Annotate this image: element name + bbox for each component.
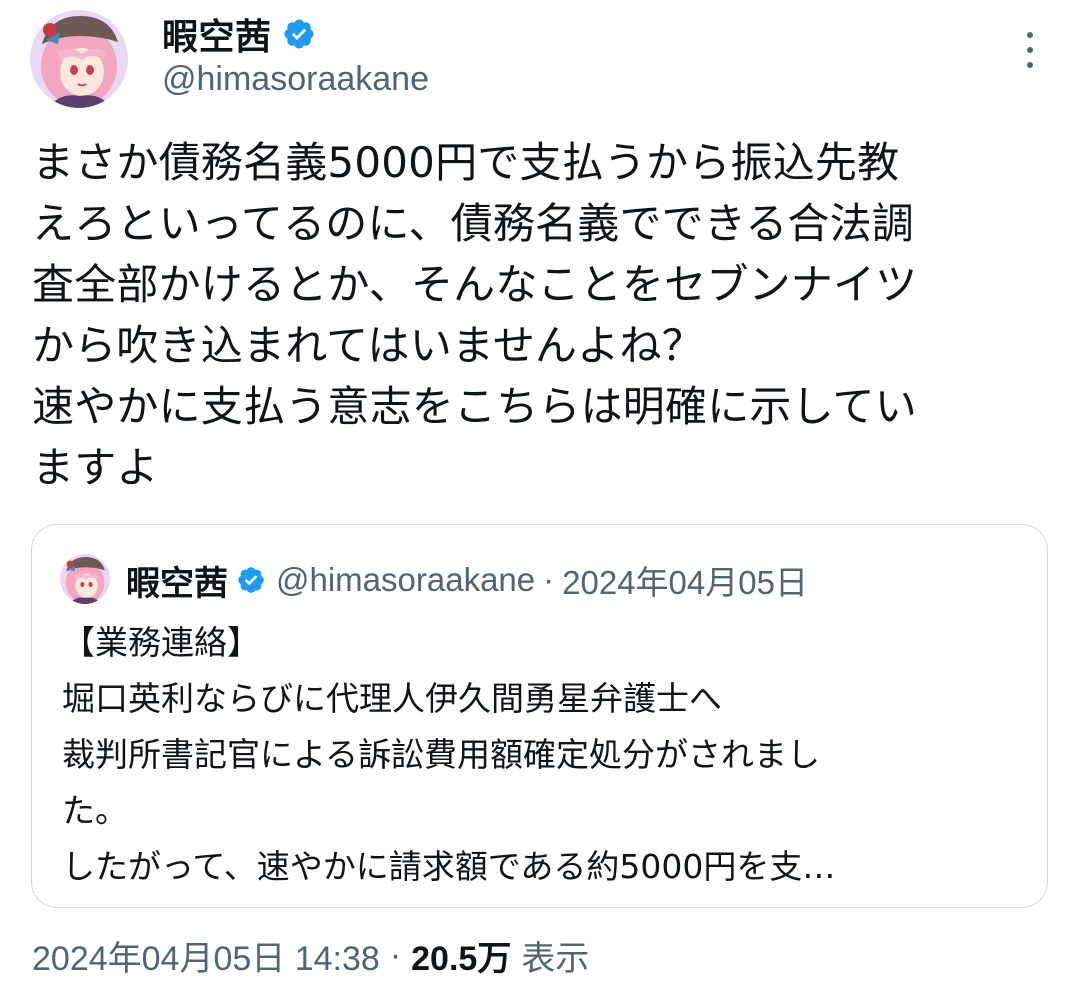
quoted-tweet-text: 【業務連絡】 堀口英利ならびに代理人伊久間勇星弁護士へ 裁判所書記官による訴訟費… [62,615,1022,895]
tweet-text-line: まさか債務名義5000円で支払うから振込先教 [32,138,900,187]
tweet-text-line: 速やかに支払う意志をこちらは明確に示してい [32,382,917,431]
more-options-button[interactable] [1018,28,1042,72]
quoted-text-line: したがって、速やかに請求額である約5000円を支… [62,847,836,886]
anime-avatar-icon [60,554,110,604]
quoted-author-handle: @himasoraakane [276,561,536,598]
views-label[interactable]: 表示 [521,931,589,980]
views-count[interactable]: 20.5万 [411,931,511,980]
tweet-text: まさか債務名義5000円で支払うから振込先教 えろといってるのに、債務名義ででき… [32,132,1062,498]
more-options-icon [1027,32,1033,38]
quoted-author-display-name: 暇空茜 [126,563,228,604]
quoted-tweet-card[interactable]: 暇空茜 @himasoraakane · 2024年04月05日 【業務連絡】 … [31,524,1048,908]
verified-badge-icon [282,17,316,51]
tweet-meta: 2024年04月05日 14:38 · 20.5万 表示 [32,926,589,984]
tweet-text-line: ますよ [32,443,159,492]
quoted-text-line: 【業務連絡】 [62,623,260,662]
verified-badge-icon [236,565,266,595]
author-name-row[interactable]: 暇空茜 [162,8,316,60]
quoted-text-line: 堀口英利ならびに代理人伊久間勇星弁護士へ [62,679,722,718]
author-handle[interactable]: @himasoraakane [162,60,429,99]
more-options-dot [1027,62,1033,68]
author-display-name[interactable]: 暇空茜 [162,8,272,60]
tweet-text-line: から吹き込まれてはいませんよね？ [32,321,704,370]
quoted-text-line: た。 [62,791,128,830]
quoted-author-avatar[interactable] [60,554,110,604]
quoted-text-line: 裁判所書記官による訴訟費用額確定処分がされまし [62,735,821,774]
tweet-text-line: 査全部かけるとか、そんなことをセブンナイツ [32,260,918,309]
separator-dot: · [543,561,555,598]
author-avatar[interactable] [30,10,128,108]
anime-avatar-icon [30,10,128,108]
more-options-dot [1027,47,1033,53]
tweet-timestamp[interactable]: 2024年04月05日 14:38 [32,931,380,980]
quoted-tweet-date: 2024年04月05日 [562,564,808,601]
tweet-text-line: えろといってるのに、債務名義でできる合法調 [32,199,915,248]
quoted-tweet-header: 暇空茜 @himasoraakane · 2024年04月05日 [126,555,808,605]
separator-dot: · [389,935,402,974]
